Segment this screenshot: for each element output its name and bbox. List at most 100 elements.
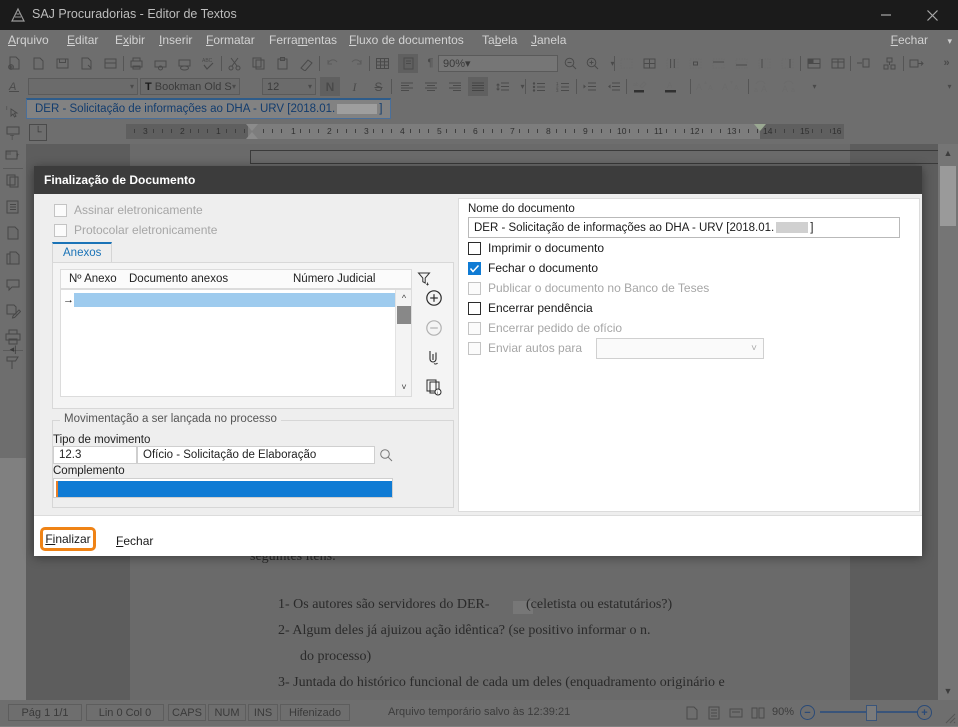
chevron-down-icon[interactable]: ▾ (130, 82, 137, 91)
hanging-indent-marker[interactable] (246, 132, 258, 139)
chevron-down-icon[interactable]: ▾ (941, 78, 958, 95)
zoom-in-icon[interactable] (584, 55, 601, 72)
zoom-slider-handle[interactable] (866, 705, 877, 721)
bullet-list-icon[interactable] (530, 78, 547, 95)
align-justify-icon[interactable] (468, 77, 488, 96)
paragraph-style-combo[interactable]: ▾ (28, 78, 138, 95)
decrease-indent-icon[interactable] (605, 78, 622, 95)
enviar-autos-select[interactable]: ˅ (596, 338, 764, 359)
status-caps[interactable]: CAPS (168, 704, 206, 721)
copy-icon[interactable] (250, 55, 267, 72)
resize-grip-icon[interactable] (942, 710, 956, 724)
scrollbar-thumb[interactable] (940, 166, 956, 226)
page-layout-icon[interactable] (398, 54, 418, 73)
merge-cells-icon[interactable] (805, 55, 822, 72)
menu-fechar-link[interactable]: Fechar (891, 33, 928, 47)
lowercase-icon[interactable]: Aa (781, 78, 801, 95)
table-cell-3-icon[interactable] (664, 55, 681, 72)
multi-pages-icon[interactable] (4, 250, 22, 268)
filter-icon[interactable] (415, 269, 433, 287)
increase-font-icon[interactable]: AA (695, 78, 717, 95)
zoom-combo[interactable]: 90% ▾ (438, 55, 558, 72)
decrease-font-icon[interactable]: AA (721, 78, 743, 95)
numbered-list-icon[interactable]: 123 (554, 78, 571, 95)
print-preview-icon[interactable] (152, 55, 169, 72)
checkbox-fechar-documento[interactable]: Fechar o documento (468, 261, 598, 275)
column-header-numero-judicial[interactable]: Número Judicial (293, 273, 375, 285)
horizontal-ruler[interactable]: 3 2 1 1 2 3 4 5 6 7 8 9 10 11 12 13 14 1… (126, 124, 844, 139)
list-document-icon[interactable] (4, 198, 22, 216)
align-left-icon[interactable] (398, 78, 415, 95)
status-num[interactable]: NUM (208, 704, 246, 721)
checkbox-imprimir-documento[interactable]: Imprimir o documento (468, 241, 604, 255)
checkbox-box[interactable] (468, 262, 481, 275)
checkbox-protocolar-eletronicamente[interactable]: Protocolar eletronicamente (54, 223, 217, 237)
comment-icon[interactable] (4, 276, 22, 294)
zoom-out-icon[interactable] (562, 55, 579, 72)
menu-editar[interactable]: Editar (67, 33, 98, 47)
scroll-up-icon[interactable]: ▲ (938, 144, 958, 162)
table-cell-6-icon[interactable] (733, 55, 750, 72)
menu-tabela[interactable]: Tabela (482, 33, 517, 47)
column-header-n-anexo[interactable]: Nº Anexo (69, 273, 117, 285)
first-line-indent-marker[interactable] (246, 124, 258, 131)
checkbox-encerrar-pendencia[interactable]: Encerrar pendência (468, 301, 593, 315)
insert-field-icon[interactable]: + (4, 146, 22, 164)
vertical-scrollbar[interactable]: ▲ ▼ (938, 144, 958, 700)
italic-icon[interactable]: I (346, 78, 363, 95)
nome-documento-input[interactable]: DER - Solicitação de informações ao DHA … (468, 217, 900, 238)
web-view-icon[interactable] (728, 705, 744, 721)
checkbox-box[interactable] (468, 302, 481, 315)
column-header-documento[interactable]: Documento anexos (129, 273, 228, 285)
text-box-icon[interactable]: T (4, 124, 22, 142)
undo-icon[interactable] (324, 55, 341, 72)
document-tab[interactable]: DER - Solicitação de informações ao DHA … (26, 98, 391, 119)
paragraph-marks-icon[interactable]: ¶ (422, 55, 439, 72)
split-cells-icon[interactable] (829, 55, 846, 72)
table-cell-2-icon[interactable] (641, 55, 658, 72)
scroll-up-icon[interactable]: ^ (396, 290, 412, 305)
bold-icon[interactable]: N (320, 77, 340, 96)
table-cell-1-icon[interactable] (618, 55, 635, 72)
table-row[interactable] (74, 293, 396, 307)
spellcheck-icon[interactable]: ABC (200, 55, 217, 72)
menu-fluxo-documentos[interactable]: Fluxo de documentos (349, 33, 464, 47)
paste-icon[interactable] (274, 55, 291, 72)
scroll-down-icon[interactable]: ˅ (396, 379, 412, 394)
chevron-down-icon[interactable]: ▾ (947, 36, 952, 47)
attach-file-icon[interactable] (424, 348, 444, 368)
right-indent-marker[interactable] (754, 124, 766, 131)
menu-arquivo[interactable]: AArquivorquivo (8, 33, 49, 47)
font-color-icon[interactable]: A (6, 78, 23, 95)
checkbox-box[interactable] (54, 224, 67, 237)
chevron-down-icon[interactable]: ▾ (308, 82, 315, 91)
checkbox-encerrar-pedido-oficio[interactable]: Encerrar pedido de ofício (468, 321, 622, 335)
complemento-input[interactable] (53, 478, 393, 498)
anexos-grid-body[interactable]: → ^ ˅ (60, 289, 412, 397)
sign-document-icon[interactable] (4, 302, 22, 320)
close-button[interactable] (909, 0, 955, 30)
reading-view-icon[interactable] (706, 705, 722, 721)
tipo-movimento-desc-input[interactable]: Ofício - Solicitação de Elaboração (137, 446, 375, 464)
checkbox-enviar-autos-para[interactable]: Enviar autos para (468, 341, 582, 355)
tipo-movimento-code-input[interactable]: 12.3 (53, 446, 137, 464)
chevron-down-icon[interactable]: ▾ (465, 57, 471, 70)
menu-ferramentas[interactable]: Ferramentas (269, 33, 337, 47)
insert-column-icon[interactable] (881, 55, 898, 72)
checkbox-assinar-eletronicamente[interactable]: Assinar eletronicamente (54, 203, 203, 217)
highlight-icon[interactable]: ab (631, 78, 648, 95)
align-center-icon[interactable] (422, 78, 439, 95)
strikethrough-icon[interactable]: S (370, 78, 387, 95)
text-cursor-icon[interactable]: T (4, 102, 22, 120)
toolbar-overflow-icon[interactable]: » (938, 55, 955, 72)
save-all-icon[interactable] (102, 55, 119, 72)
menu-exibir[interactable]: Exibir (115, 33, 145, 47)
font-size-combo[interactable]: 12 ▾ (262, 78, 316, 95)
open-folder-icon[interactable] (30, 55, 47, 72)
chevron-down-icon[interactable]: ▾ (514, 78, 531, 95)
minimize-button[interactable] (863, 0, 909, 30)
document-info-icon[interactable]: i (424, 377, 444, 397)
checkbox-publicar-banco-teses[interactable]: Publicar o documento no Banco de Teses (468, 281, 709, 295)
status-ins[interactable]: INS (248, 704, 278, 721)
zoom-in-button[interactable]: + (917, 705, 932, 720)
